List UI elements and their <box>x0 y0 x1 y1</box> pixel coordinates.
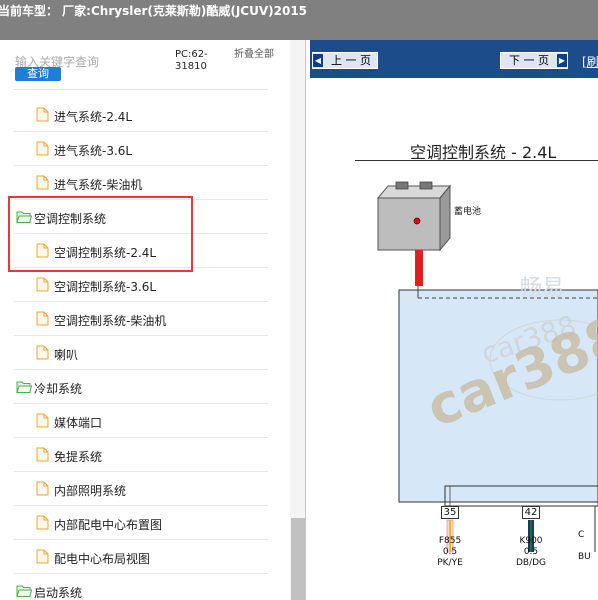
tree-item-file[interactable]: 媒体端口 <box>14 404 268 438</box>
file-icon <box>36 515 49 534</box>
file-icon <box>36 447 49 466</box>
fold-all-link[interactable]: 折叠全部 <box>234 49 274 61</box>
file-icon <box>36 311 49 330</box>
vehicle-title: 当前车型： 厂家:Chrysler(克莱斯勒)酷威(JCUV)2015 <box>0 4 308 18</box>
file-icon <box>36 413 49 432</box>
wire-color: PK/YE <box>437 558 463 568</box>
tree-item-file[interactable]: 进气系统-3.6L <box>14 132 268 166</box>
tree-folder-cooling[interactable]: 冷却系统 <box>14 370 268 404</box>
tree-folder-label: 冷却系统 <box>34 382 83 396</box>
file-icon <box>36 141 49 160</box>
tree-item-file[interactable]: 内部配电中心布置图 <box>14 506 268 540</box>
tree-item-label: 进气系统-2.4L <box>54 110 133 124</box>
sidebar: 输入关键字查询 查询 PC:62-31810 折叠全部 × 进气系统-2.4L … <box>0 40 306 600</box>
folder-open-icon <box>16 583 33 600</box>
pc-code: PC:62-31810 <box>175 49 208 72</box>
wire-color: DB/DG <box>515 558 547 568</box>
battery-icon <box>376 181 452 252</box>
wire-code: K900 <box>519 536 543 546</box>
tree-item-label: 进气系统-3.6L <box>54 144 133 158</box>
battery-label: 蓄电池 <box>454 207 482 217</box>
wire-size: 0.5 <box>442 547 458 557</box>
file-icon <box>36 277 49 296</box>
folder-open-icon <box>16 379 33 398</box>
query-button[interactable]: 查询 <box>15 67 61 81</box>
tree-item-label: 免提系统 <box>54 450 103 464</box>
tree-item-file[interactable]: 内部照明系统 <box>14 472 268 506</box>
tree-item-label: 空调控制系统-3.6L <box>54 280 157 294</box>
tree-item-file[interactable]: 配电中心布局视图 <box>14 540 268 574</box>
sidebar-scrollbar[interactable] <box>290 40 305 600</box>
tree-item-label: 进气系统-柴油机 <box>54 178 143 192</box>
tree-item-file[interactable]: 喇叭 <box>14 336 268 370</box>
tree-item-file[interactable]: 进气系统-2.4L <box>14 98 268 132</box>
file-icon <box>36 549 49 568</box>
title-bar: 当前车型： 厂家:Chrysler(克莱斯勒)酷威(JCUV)2015 <box>0 0 598 40</box>
file-icon <box>36 481 49 500</box>
file-icon <box>36 107 49 126</box>
tree-item-label: 内部配电中心布置图 <box>54 518 163 532</box>
wire-code: C <box>578 530 585 540</box>
tree-item-label: 媒体端口 <box>54 416 103 430</box>
tree-item-label: 内部照明系统 <box>54 484 127 498</box>
tree-item-file[interactable]: 空调控制系统-3.6L <box>14 268 268 302</box>
tree-item-file[interactable]: 进气系统-柴油机 <box>14 166 268 200</box>
sidebar-scroll-thumb[interactable] <box>291 518 305 600</box>
file-icon <box>36 345 49 364</box>
tree-folder-starting[interactable]: 启动系统 <box>14 574 268 600</box>
pin-number: 42 <box>522 506 540 519</box>
diagram-viewer: ◀ 上 一 页 下 一 页 ▶ [刷 空调控制系统 - 2.4L 蓄电池 畅易 … <box>310 40 598 600</box>
tree-item-label: 配电中心布局视图 <box>54 552 151 566</box>
wire-code: F855 <box>438 536 462 546</box>
battery-wire <box>415 250 423 286</box>
tree-item-file[interactable]: 空调控制系统-柴油机 <box>14 302 268 336</box>
highlight-box <box>8 196 193 272</box>
pin-number: 35 <box>441 506 459 519</box>
wire-color: BU <box>578 552 591 562</box>
tree-item-file[interactable]: 免提系统 <box>14 438 268 472</box>
tree-item-label: 喇叭 <box>54 348 79 362</box>
file-icon <box>36 175 49 194</box>
tree-item-label: 空调控制系统-柴油机 <box>54 314 167 328</box>
module-box <box>398 289 598 503</box>
tree-folder-label: 启动系统 <box>34 586 83 600</box>
wire-size: 0.5 <box>523 547 539 557</box>
divider <box>14 89 268 90</box>
